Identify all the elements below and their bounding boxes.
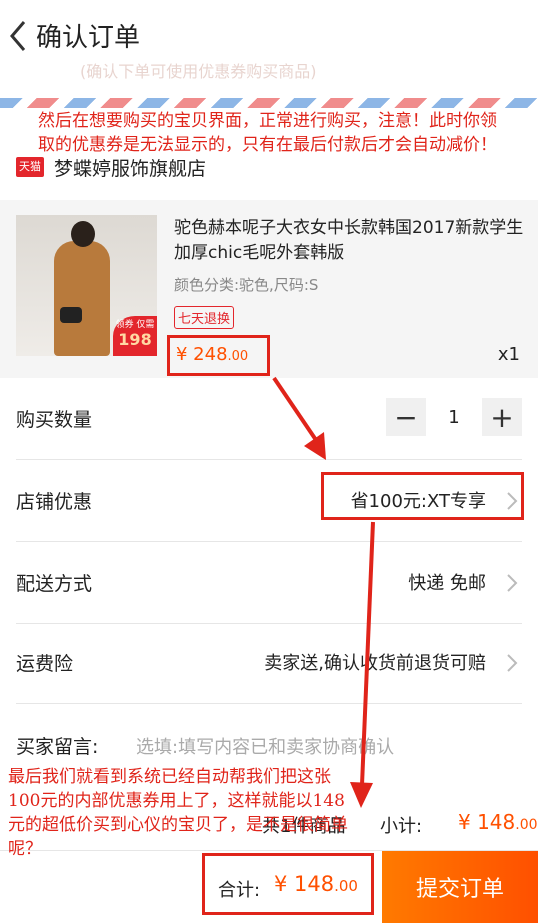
quantity-stepper: − 1 +: [386, 398, 522, 436]
delivery-value: 快递 免邮: [408, 573, 486, 594]
submit-order-button[interactable]: 提交订单: [382, 851, 538, 923]
buyer-message-input[interactable]: 选填:填写内容已和卖家协商确认: [136, 733, 394, 759]
page-title: 确认订单: [36, 23, 141, 53]
chevron-right-icon: [507, 574, 518, 592]
coupon-highlight-box: [321, 472, 524, 520]
airmail-stripe: [0, 98, 538, 108]
plus-button[interactable]: +: [482, 398, 522, 436]
subtotal-decimal: .00: [515, 817, 538, 833]
quantity-label: 购买数量: [16, 409, 93, 431]
subtotal-main: ¥ 148: [458, 810, 516, 834]
coupon-badge-text: 领券 仅需: [115, 320, 155, 330]
total-highlight-box: [202, 853, 374, 915]
bag-shape: [60, 307, 82, 323]
faded-text: (确认下单可使用优惠券购买商品): [80, 62, 317, 81]
product-qty: x1: [497, 344, 520, 365]
chevron-right-icon: [507, 654, 518, 672]
shipping-insurance-label: 运费险: [16, 653, 74, 675]
buyer-message-label: 买家留言:: [16, 736, 99, 758]
delivery-row[interactable]: 配送方式 快递 免邮: [0, 542, 538, 624]
divider: [16, 703, 522, 704]
product-image: 领券 仅需 198: [16, 215, 157, 356]
subtotal-amount: ¥ 148.00: [458, 810, 538, 834]
annotation-note-bottom: 最后我们就看到系统已经自动帮我们把这张100元的内部优惠券用上了，这样就能以14…: [8, 767, 348, 859]
shop-name: 梦蝶婷服饰旗舰店: [54, 157, 207, 180]
annotation-note-top: 然后在想要购买的宝贝界面，正常进行购买，注意！此时你领取的优惠券是无法显示的，只…: [38, 111, 497, 155]
subtotal-label: 小计:: [380, 816, 423, 837]
return-policy-tag: 七天退换: [174, 306, 235, 329]
shop-coupon-label: 店铺优惠: [16, 491, 93, 513]
minus-button[interactable]: −: [386, 398, 426, 436]
product-spec: 颜色分类:驼色,尺码:S: [174, 276, 319, 294]
coat-shape: [54, 241, 110, 356]
coupon-badge: 领券 仅需 198: [113, 316, 157, 356]
price-highlight-box: [167, 335, 270, 376]
tmall-badge: 天猫: [16, 157, 44, 177]
coupon-badge-price: 198: [118, 330, 152, 349]
delivery-label: 配送方式: [16, 573, 93, 595]
chevron-left-icon[interactable]: [6, 16, 30, 56]
shipping-insurance-value: 卖家送,确认收货前退货可赔: [264, 653, 486, 674]
product-title: 驼色赫本呢子大衣女中长款韩国2017新款学生加厚chic毛呢外套韩版: [174, 218, 524, 263]
model-head-shape: [71, 221, 95, 247]
quantity-row: 购买数量 − 1 +: [0, 378, 538, 460]
shipping-insurance-row[interactable]: 运费险 卖家送,确认收货前退货可赔: [0, 622, 538, 704]
quantity-value[interactable]: 1: [426, 407, 482, 428]
